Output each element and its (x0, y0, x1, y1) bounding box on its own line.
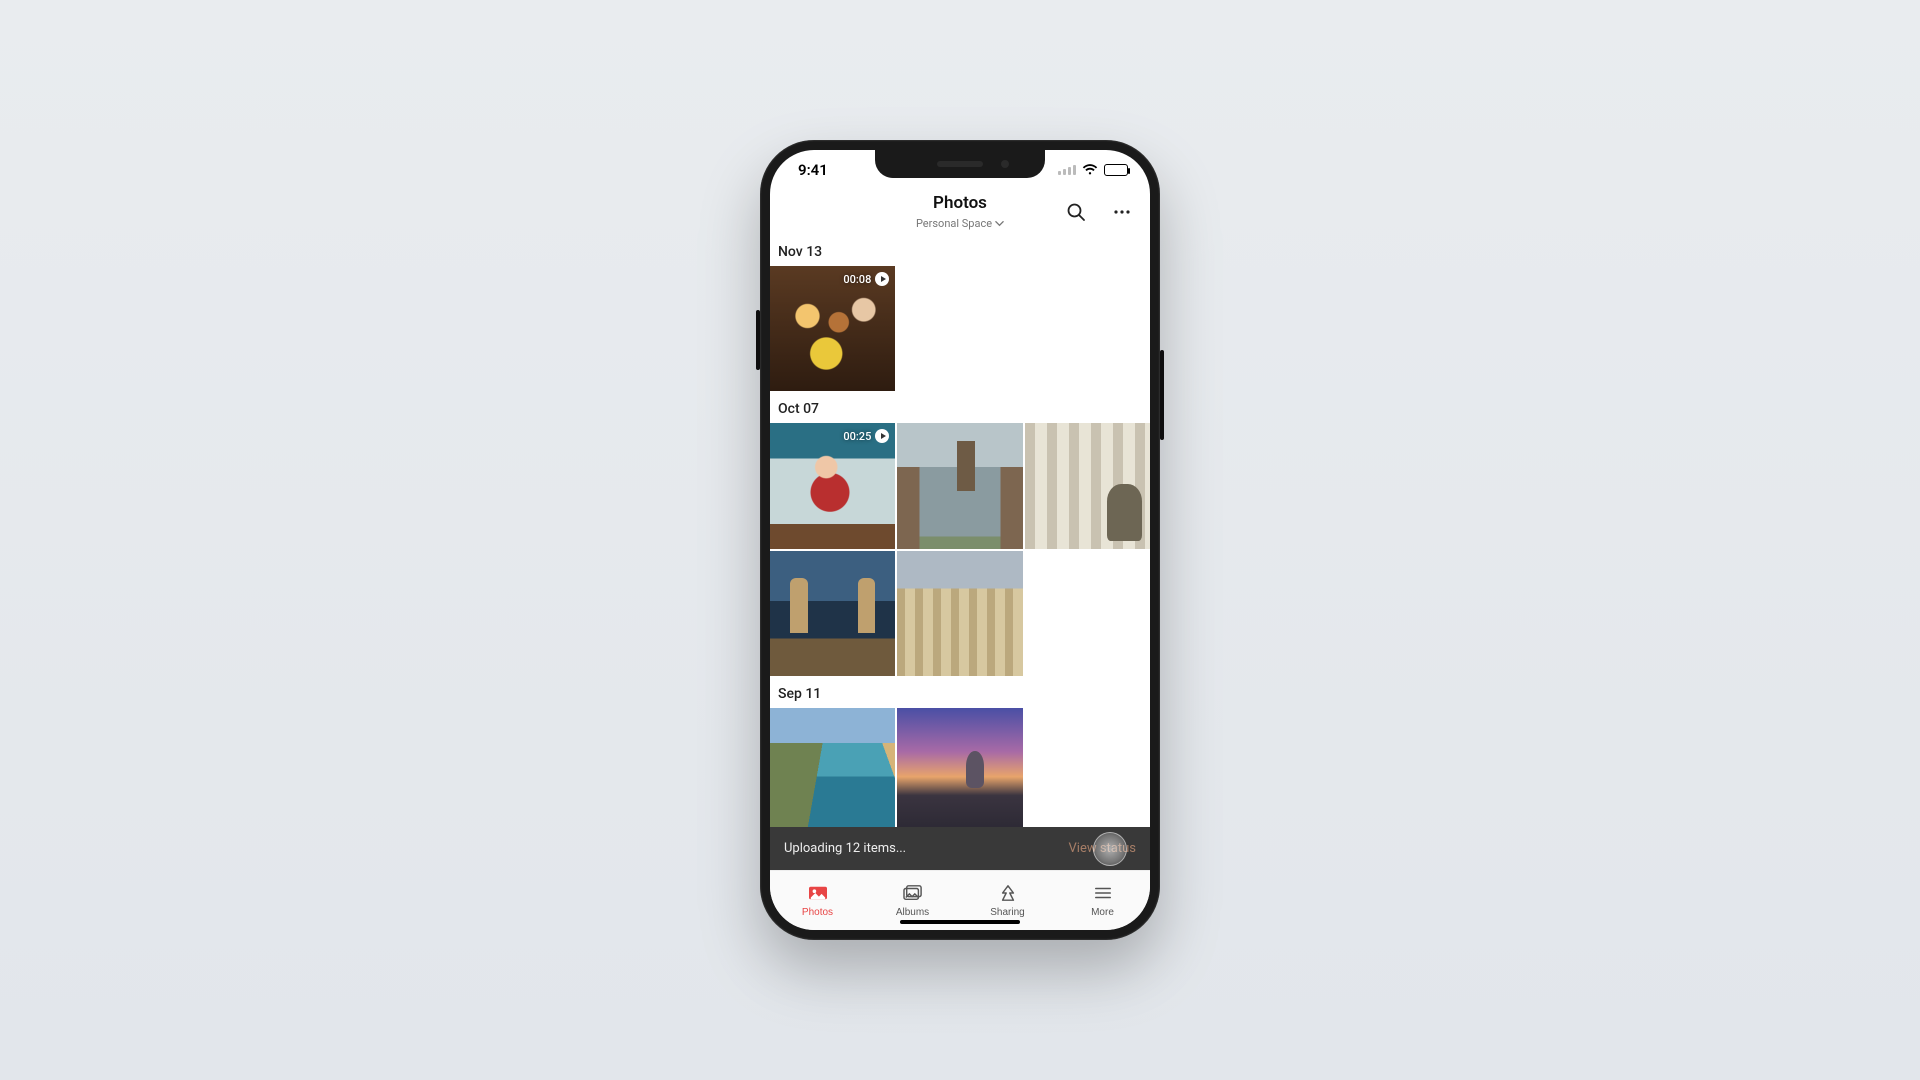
video-group-selfie[interactable]: 00:08 (770, 266, 895, 391)
phone-frame: 9:41 Photos Personal Spac (760, 140, 1160, 940)
tab-photos[interactable]: Photos (770, 871, 865, 930)
thumbnail-grid (770, 708, 1150, 827)
home-indicator[interactable] (900, 920, 1020, 924)
tab-label: Sharing (990, 907, 1024, 918)
header: Photos Personal Space (770, 190, 1150, 234)
upload-status-text: Uploading 12 items... (784, 841, 906, 856)
more-options-button[interactable] (1108, 198, 1136, 226)
space-selector[interactable]: Personal Space (916, 218, 1004, 230)
search-icon (1066, 202, 1086, 222)
photo-city-aerial[interactable] (897, 551, 1022, 676)
wifi-icon (1082, 164, 1098, 176)
video-woman-reading[interactable]: 00:25 (770, 423, 895, 548)
play-icon (875, 429, 889, 443)
tab-label: More (1091, 907, 1114, 918)
sharing-icon (997, 884, 1019, 905)
photo-sunset-dome[interactable] (897, 708, 1022, 827)
tab-more[interactable]: More (1055, 871, 1150, 930)
notch (875, 150, 1045, 178)
photo-coastal-town[interactable] (770, 708, 895, 827)
page-title: Photos (916, 194, 1004, 213)
section-date: Sep 11 (770, 676, 1150, 708)
play-icon (875, 272, 889, 286)
section-date: Nov 13 (770, 234, 1150, 266)
header-title-block[interactable]: Photos Personal Space (916, 194, 1004, 230)
video-badge: 00:08 (843, 272, 889, 286)
screen: 9:41 Photos Personal Spac (770, 150, 1150, 930)
photos-icon (807, 884, 829, 905)
upload-banner[interactable]: Uploading 12 items... View status (770, 827, 1150, 870)
chevron-down-icon (995, 219, 1004, 228)
thumbnail-grid: 00:25 (770, 423, 1150, 676)
search-button[interactable] (1062, 198, 1090, 226)
section-date: Oct 07 (770, 391, 1150, 423)
photo-canal-street[interactable] (897, 423, 1022, 548)
tab-label: Photos (802, 907, 833, 918)
photo-columns-statue[interactable] (1025, 423, 1150, 548)
status-right (1058, 164, 1128, 176)
photo-tower-bridge[interactable] (770, 551, 895, 676)
photo-timeline[interactable]: Nov 13 00:08 Oct 07 00:25 Sep 11 (770, 234, 1150, 827)
more-icon (1092, 884, 1114, 905)
status-time: 9:41 (798, 161, 828, 179)
video-duration: 00:25 (843, 430, 871, 443)
space-label: Personal Space (916, 218, 992, 230)
thumbnail-grid: 00:08 (770, 266, 1150, 391)
battery-icon (1104, 164, 1128, 176)
video-badge: 00:25 (843, 429, 889, 443)
more-horizontal-icon (1112, 202, 1132, 222)
cellular-icon (1058, 165, 1076, 175)
video-duration: 00:08 (843, 273, 871, 286)
tab-label: Albums (896, 907, 929, 918)
albums-icon (902, 884, 924, 905)
view-status-link[interactable]: View status (1069, 841, 1137, 856)
